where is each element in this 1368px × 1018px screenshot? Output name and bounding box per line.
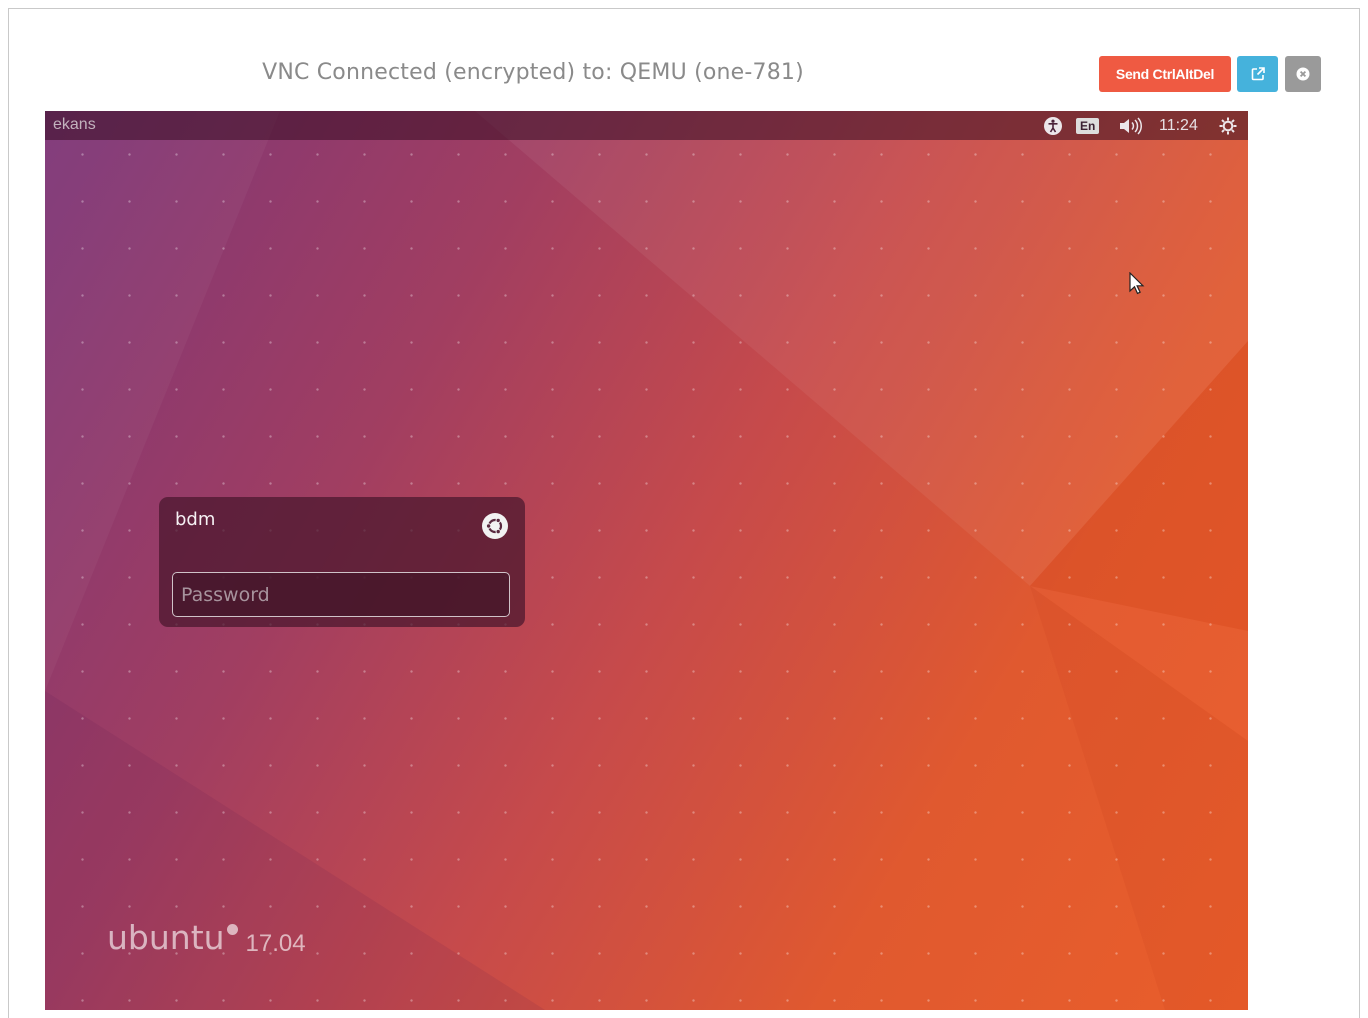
volume-icon[interactable] xyxy=(1118,115,1144,136)
username-label: bdm xyxy=(175,509,216,530)
power-gear-icon[interactable] xyxy=(1218,115,1238,136)
mouse-pointer-icon xyxy=(1129,272,1145,295)
password-input[interactable] xyxy=(172,572,510,617)
brand-version: 17.04 xyxy=(245,930,306,957)
ubuntu-branding: ubuntu 17.04 xyxy=(107,918,306,958)
language-label: En xyxy=(1076,117,1100,134)
login-box: bdm xyxy=(159,497,525,627)
brand-name: ubuntu xyxy=(107,918,225,957)
vm-top-panel: ekans En 11:24 xyxy=(45,111,1248,140)
ubuntu-logo-icon xyxy=(226,924,238,935)
clock[interactable]: 11:24 xyxy=(1159,115,1198,136)
close-button[interactable] xyxy=(1285,56,1321,92)
language-indicator[interactable]: En xyxy=(1076,115,1100,136)
hostname: ekans xyxy=(53,116,96,133)
external-link-icon xyxy=(1251,67,1265,81)
popout-button[interactable] xyxy=(1237,56,1278,92)
close-circle-icon xyxy=(1296,67,1310,81)
vnc-screen[interactable]: ekans En 11:24 bdm ubuntu 17.04 xyxy=(45,111,1248,1010)
vnc-status-title: VNC Connected (encrypted) to: QEMU (one-… xyxy=(262,60,804,85)
send-ctrl-alt-del-button[interactable]: Send CtrlAltDel xyxy=(1099,56,1231,92)
accessibility-icon[interactable] xyxy=(1043,115,1063,136)
ubuntu-session-icon[interactable] xyxy=(482,513,508,539)
